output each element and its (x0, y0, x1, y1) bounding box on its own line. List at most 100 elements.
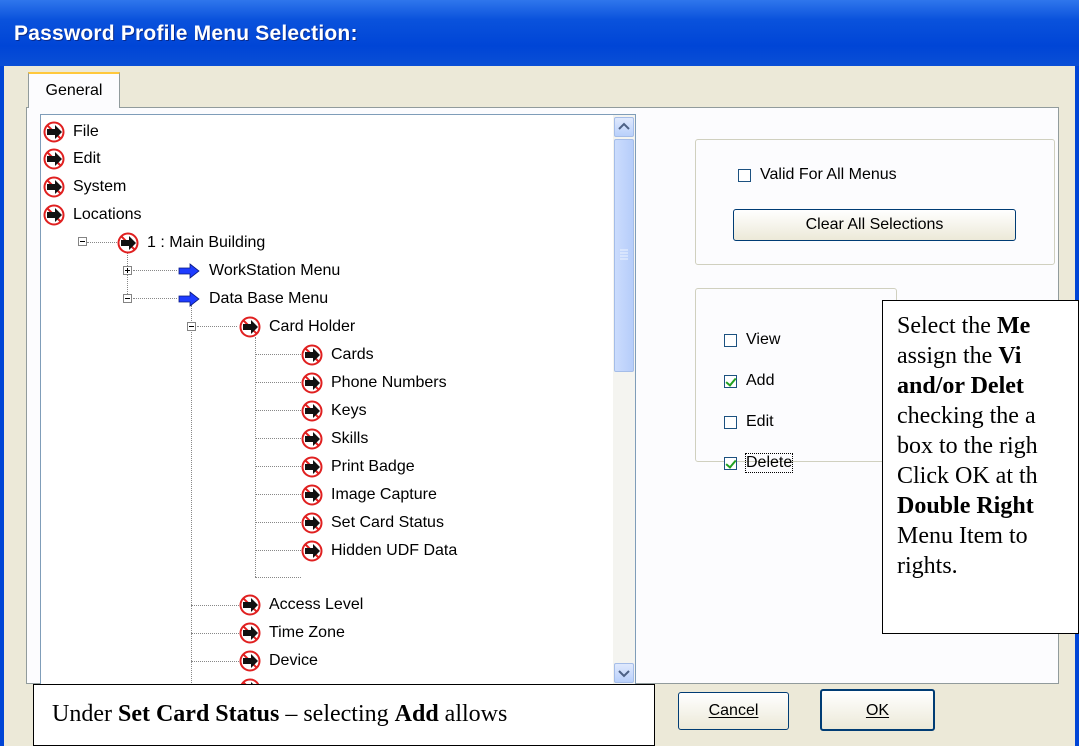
ok-button-label: OK (865, 702, 890, 719)
tree-item-system[interactable]: System (43, 173, 126, 201)
no-entry-arrow-icon (239, 622, 261, 644)
no-entry-arrow-icon (239, 316, 261, 338)
cancel-button-label: Cancel (708, 702, 759, 719)
collapse-icon[interactable] (187, 322, 196, 331)
callout-text: – selecting (279, 701, 395, 727)
chevron-up-icon (618, 122, 630, 130)
tree-connector (255, 550, 301, 551)
collapse-icon[interactable] (78, 237, 87, 246)
tree-item-access-level[interactable]: Access Level (239, 591, 363, 619)
checkbox-box[interactable] (724, 415, 737, 429)
tree-item-label: Print Badge (331, 458, 415, 475)
callout-text: assign the (897, 343, 999, 369)
blue-arrow-icon (178, 263, 200, 279)
title-bar[interactable]: Password Profile Menu Selection: (0, 0, 1079, 66)
set-card-status-callout: Under Set Card Status – selecting Add al… (33, 684, 655, 746)
valid-for-all-menus-checkbox[interactable]: Valid For All Menus (738, 166, 897, 184)
tree-connector (87, 242, 117, 243)
ok-button[interactable]: OK (820, 689, 935, 731)
blue-arrow-icon (178, 291, 200, 307)
callout-text-bold: Me (996, 313, 1031, 339)
no-entry-arrow-icon (117, 232, 139, 254)
tree-item-label: Card Holder (269, 318, 356, 335)
no-entry-arrow-icon (301, 400, 323, 422)
tree-item-data-base-menu[interactable]: Data Base Menu (177, 285, 328, 313)
tree-item-keys[interactable]: Keys (301, 397, 367, 425)
tree-item-label: Keys (331, 402, 367, 419)
callout-text: allows (438, 701, 508, 727)
tree-item-workstation-menu[interactable]: WorkStation Menu (177, 257, 340, 285)
tree-item-cards[interactable]: Cards (301, 341, 374, 369)
menu-tree[interactable]: File Edit System Locations 1 : Main Buil… (40, 114, 636, 687)
tree-item-phone-numbers[interactable]: Phone Numbers (301, 369, 447, 397)
tree-item-time-zone[interactable]: Time Zone (239, 619, 345, 647)
tree-item-print-badge[interactable]: Print Badge (301, 453, 415, 481)
edit-checkbox[interactable]: Edit (724, 413, 774, 431)
no-entry-arrow-icon (301, 484, 323, 506)
tree-item-hidden-udf-data[interactable]: Hidden UDF Data (301, 537, 457, 565)
tree-item-device[interactable]: Device (239, 647, 318, 675)
add-checkbox[interactable]: Add (724, 372, 774, 390)
expand-icon[interactable] (123, 266, 132, 275)
tree-connector (255, 438, 301, 439)
no-entry-arrow-icon (43, 204, 65, 226)
tree-connector (191, 633, 239, 634)
checkbox-label: Add (746, 372, 775, 389)
tree-connector (255, 410, 301, 411)
no-entry-arrow-icon (301, 344, 323, 366)
tree-item-label: Edit (73, 150, 101, 167)
callout-text-bold: Vi (998, 343, 1022, 369)
no-entry-arrow-icon (239, 594, 261, 616)
tree-item-label: WorkStation Menu (209, 262, 341, 279)
view-checkbox[interactable]: View (724, 331, 780, 349)
scroll-up-button[interactable] (614, 117, 634, 137)
tree-item-image-capture[interactable]: Image Capture (301, 481, 437, 509)
checkbox-box[interactable] (724, 333, 737, 347)
tree-item-label: File (73, 123, 99, 140)
delete-checkbox[interactable]: Delete (724, 453, 794, 473)
checkbox-box[interactable] (724, 374, 737, 388)
tree-scrollbar[interactable] (613, 115, 635, 686)
tree-connector (133, 270, 177, 271)
tree-item-locations[interactable]: Locations (43, 201, 142, 229)
instruction-callout: Select the Me assign the Vi and/or Delet… (882, 300, 1079, 634)
tree-connector (191, 661, 239, 662)
tree-item-label: Skills (331, 430, 369, 447)
callout-text-bold: Add (394, 701, 439, 727)
tree-item-skills[interactable]: Skills (301, 425, 368, 453)
tree-item-set-card-status[interactable]: Set Card Status (301, 509, 444, 537)
tree-item-label: 1 : Main Building (147, 234, 266, 251)
tree-item-label: Phone Numbers (331, 374, 447, 391)
tree-item-card-holder[interactable]: Card Holder (239, 313, 355, 341)
scroll-thumb[interactable] (614, 139, 634, 372)
tree-item-label: Data Base Menu (209, 290, 329, 307)
callout-text: Under (52, 701, 118, 727)
tree-item-file[interactable]: File (43, 118, 99, 146)
tree-connector (255, 354, 301, 355)
clear-all-selections-button[interactable]: Clear All Selections (733, 209, 1016, 241)
scroll-down-button[interactable] (614, 663, 634, 683)
collapse-icon[interactable] (123, 294, 132, 303)
checkbox-box[interactable] (738, 168, 751, 182)
checkbox-label: Delete (744, 453, 794, 473)
tree-item-label: Time Zone (269, 624, 345, 641)
tab-general[interactable]: General (28, 72, 120, 108)
callout-text: box to the righ (897, 433, 1038, 459)
tree-connector (133, 298, 177, 299)
tree-item-label: Locations (73, 206, 142, 223)
checkbox-label: Valid For All Menus (760, 166, 897, 183)
tree-connector (191, 605, 239, 606)
cancel-button[interactable]: Cancel (678, 692, 789, 730)
checkbox-box[interactable] (724, 456, 737, 470)
tree-item-label: Access Level (269, 596, 364, 613)
callout-text-bold: Double Right (897, 493, 1034, 519)
callout-text-bold: and/or Delet (897, 373, 1024, 399)
tree-item-edit[interactable]: Edit (43, 145, 101, 173)
tree-item-main-building[interactable]: 1 : Main Building (117, 229, 265, 257)
tree-connector (197, 326, 237, 327)
tree-item-label: Cards (331, 346, 374, 363)
chevron-down-icon (618, 670, 630, 678)
tree-item-label: System (73, 178, 127, 195)
callout-text: Menu Item to (897, 523, 1028, 549)
window-title: Password Profile Menu Selection: (14, 22, 358, 45)
